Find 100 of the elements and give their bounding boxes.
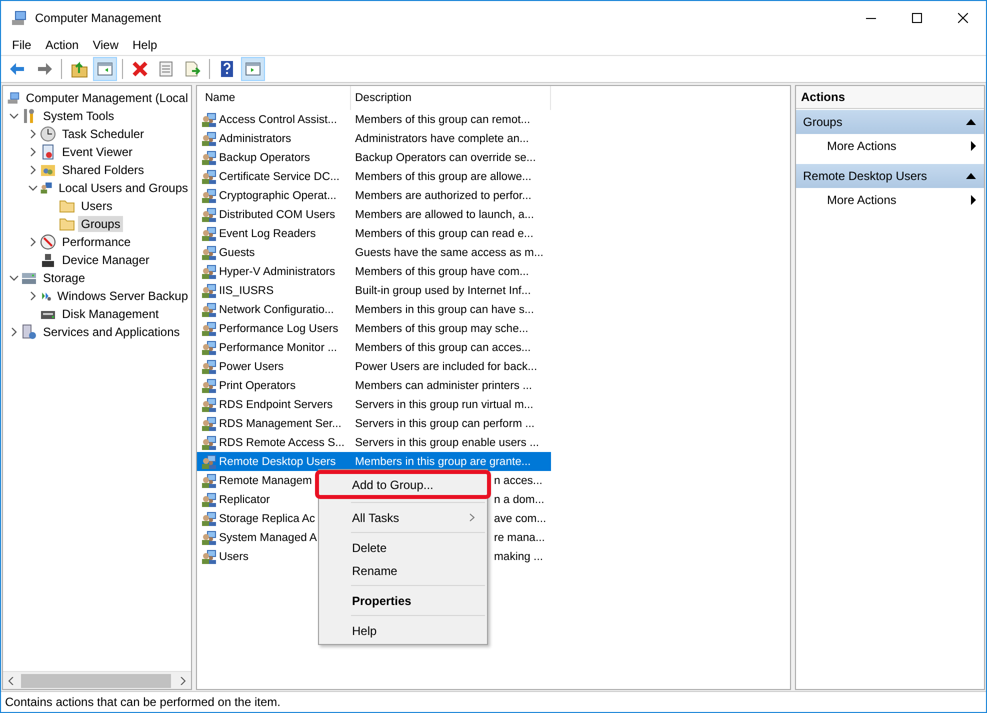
menu-item[interactable]: Delete: [319, 536, 487, 559]
section-header[interactable]: Groups: [796, 110, 984, 134]
gauge-icon: [40, 234, 56, 250]
table-cell-text: Members of this group can acces...: [354, 342, 532, 354]
column-header[interactable]: Description: [351, 86, 551, 110]
table-cell: Backup Operators: [219, 152, 310, 164]
close-icon: [958, 13, 968, 23]
collapse-chevron-icon[interactable]: [9, 273, 19, 283]
group-icon: [201, 510, 217, 526]
table-cell: RDS Endpoint Servers: [219, 398, 333, 410]
horizontal-scrollbar[interactable]: [3, 671, 191, 689]
table-cell-text: Members are allowed to launch, a...: [354, 208, 535, 220]
scroll-right-icon[interactable]: [180, 676, 186, 684]
action-link[interactable]: More Actions: [796, 134, 984, 158]
tree-item[interactable]: Windows Server Backup: [54, 288, 191, 304]
group-icon: [201, 130, 217, 146]
table-cell-text: Servers in this group can perform ...: [354, 418, 536, 430]
event-log-icon: [40, 144, 56, 160]
menu-item[interactable]: View: [86, 38, 126, 52]
computer-icon: [11, 10, 27, 26]
submenu-chevron-icon: [469, 513, 475, 522]
expand-chevron-icon[interactable]: [28, 129, 38, 139]
tree-item[interactable]: Shared Folders: [59, 162, 148, 178]
folder-icon: [69, 59, 89, 79]
table-cell-text: Members are authorized to perfor...: [354, 190, 532, 202]
toolbar-button[interactable]: [93, 57, 117, 81]
group-icon: [201, 188, 217, 204]
table-cell-text: Servers in this group enable users ...: [354, 436, 540, 448]
tree-item[interactable]: Services and Applications: [40, 324, 183, 340]
tools-icon: [21, 108, 37, 124]
menu-item[interactable]: All Tasks: [319, 506, 487, 529]
menu-item[interactable]: Add to Group...: [319, 474, 487, 495]
menu-item[interactable]: Help: [126, 38, 164, 52]
device-icon: [40, 252, 56, 268]
table-cell-text: Servers in this group run virtual m...: [354, 398, 534, 410]
tree-item[interactable]: Users: [78, 198, 116, 214]
table-cell: Administrators: [219, 132, 292, 144]
selected-row-highlight[interactable]: Remote Desktop Users Members in this group are grante...: [197, 452, 551, 471]
expand-chevron-icon[interactable]: [28, 147, 38, 157]
tree-item[interactable]: Device Manager: [59, 252, 152, 268]
group-icon: [201, 434, 217, 450]
scroll-left-icon[interactable]: [8, 676, 14, 684]
tree-item[interactable]: Local Users and Groups: [56, 180, 191, 196]
table-cell-text: Power Users are included for back...: [354, 360, 538, 372]
group-icon: [201, 282, 217, 298]
menu-item[interactable]: Rename: [319, 559, 487, 582]
menu-item[interactable]: Help: [319, 619, 487, 642]
expand-chevron-icon[interactable]: [28, 237, 38, 247]
action-link[interactable]: More Actions: [796, 188, 984, 212]
tree-item[interactable]: Computer Management (Local: [22, 90, 191, 106]
tree-item[interactable]: Groups: [78, 216, 124, 232]
delete-icon: [130, 59, 150, 79]
tree-item[interactable]: Performance: [59, 234, 134, 250]
submenu-arrow-icon: [971, 141, 976, 151]
toolbar-button[interactable]: [241, 57, 265, 81]
group-icon: [201, 378, 217, 394]
storage-icon: [21, 270, 37, 286]
clock-icon: [40, 126, 56, 142]
window-title: Computer Management: [35, 11, 162, 25]
group-icon: [201, 396, 217, 412]
table-cell: Replicator: [219, 494, 270, 506]
tree-item[interactable]: Event Viewer: [59, 144, 136, 160]
section-header[interactable]: Remote Desktop Users: [796, 164, 984, 188]
menu-item[interactable]: Properties: [319, 589, 487, 612]
table-cell: Power Users: [219, 360, 284, 372]
status-text: Contains actions that can be performed on the item.: [5, 695, 280, 709]
table-cell-text: Guests have the same access as m...: [354, 246, 544, 258]
group-icon: [201, 150, 217, 166]
collapse-arrow-icon[interactable]: [966, 119, 976, 125]
table-cell-text: Members in this group can have s...: [354, 304, 535, 316]
tree-item[interactable]: System Tools: [40, 108, 118, 124]
collapse-chevron-icon[interactable]: [28, 183, 38, 193]
collapse-arrow-icon[interactable]: [966, 173, 976, 179]
table-cell: Remote Desktop Users: [219, 456, 336, 468]
table-cell: Event Log Readers: [219, 228, 316, 240]
group-icon: [201, 226, 217, 242]
tree-item[interactable]: Disk Management: [59, 306, 162, 322]
group-icon: [201, 530, 217, 546]
table-cell: Remote Managem: [219, 474, 312, 486]
folder-icon: [59, 216, 75, 232]
group-icon: [201, 168, 217, 184]
table-cell: ave com...: [494, 512, 546, 524]
expand-chevron-icon[interactable]: [28, 291, 38, 301]
table-cell: Certificate Service DC...: [219, 170, 340, 182]
group-icon: [201, 472, 217, 488]
tree-item[interactable]: Storage: [40, 270, 88, 286]
collapse-chevron-icon[interactable]: [9, 111, 19, 121]
group-icon: [201, 416, 217, 432]
column-header[interactable]: Name: [201, 86, 351, 110]
table-cell: RDS Remote Access S...: [219, 436, 345, 448]
table-cell: re mana...: [494, 532, 545, 544]
table-cell: Hyper-V Administrators: [219, 266, 336, 278]
table-cell: Performance Log Users: [219, 322, 338, 334]
table-cell: Cryptographic Operat...: [219, 190, 336, 202]
menu-item[interactable]: File: [5, 38, 38, 52]
expand-chevron-icon[interactable]: [9, 327, 19, 337]
expand-chevron-icon[interactable]: [28, 165, 38, 175]
menu-item[interactable]: Action: [38, 38, 86, 52]
table-cell: Performance Monitor ...: [219, 342, 338, 354]
tree-item[interactable]: Task Scheduler: [59, 126, 148, 142]
